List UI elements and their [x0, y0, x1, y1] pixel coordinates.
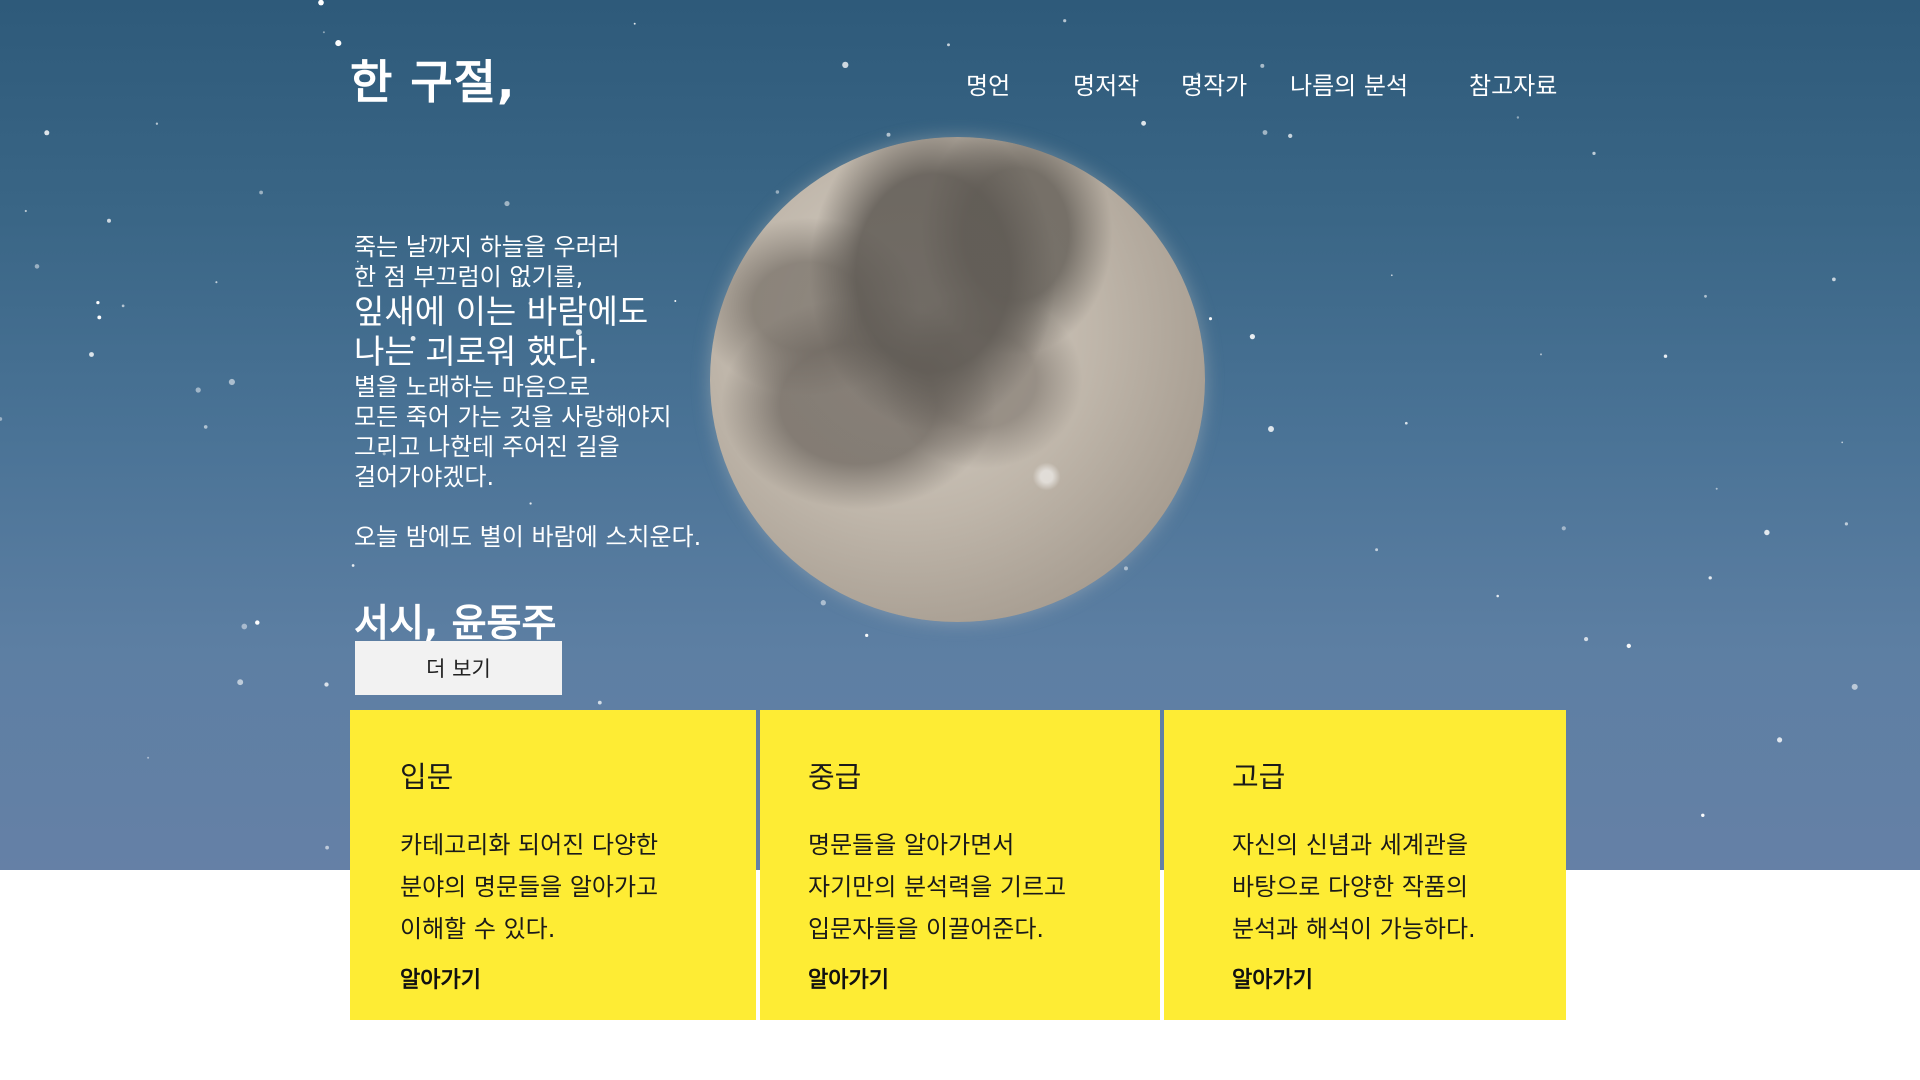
nav-item-masterpieces[interactable]: 명저작: [1073, 66, 1139, 101]
poem-spacer: [354, 492, 754, 522]
star: [1764, 529, 1770, 536]
star: [1844, 522, 1848, 526]
star: [24, 209, 27, 213]
star: [228, 378, 235, 386]
star: [1141, 120, 1147, 126]
more-button[interactable]: 더 보기: [355, 641, 562, 695]
star: [1626, 643, 1631, 649]
star: [775, 190, 780, 194]
star: [1708, 576, 1712, 580]
star: [259, 190, 263, 195]
star: [241, 623, 248, 630]
level-card-beginner: 입문 카테고리화 되어진 다양한 분야의 명문들을 알아가고 이해할 수 있다.…: [350, 710, 756, 1020]
card-description: 자신의 신념과 세계관을 바탕으로 다양한 작품의 분석과 해석이 가능하다.: [1232, 831, 1476, 943]
poem-line-emphasis: 나는 괴로워 했다.: [354, 332, 598, 371]
star: [324, 682, 329, 687]
featured-poem: 죽는 날까지 하늘을 우러러 한 점 부끄럼이 없기를, 잎새에 이는 바람에도…: [354, 232, 754, 647]
card-learn-link[interactable]: 알아가기: [808, 962, 1160, 994]
star: [96, 300, 100, 305]
card-description: 카테고리화 되어진 다양한 분야의 명문들을 알아가고 이해할 수 있다.: [400, 831, 659, 943]
star: [1063, 19, 1067, 23]
poem-line: 모든 죽어 가는 것을 사랑해야지: [354, 403, 672, 431]
poem-line: 오늘 밤에도 별이 바람에 스치운다.: [354, 523, 702, 551]
star: [318, 0, 324, 6]
star: [155, 122, 159, 125]
star: [842, 61, 849, 69]
star: [335, 40, 342, 47]
star: [1584, 637, 1589, 642]
star: [107, 218, 111, 223]
level-card-intermediate: 중급 명문들을 알아가면서 자기만의 분석력을 기르고 입문자들을 이끌어준다.…: [760, 710, 1160, 1020]
moon-image: [710, 137, 1205, 622]
star: [147, 756, 150, 759]
star: [633, 22, 636, 25]
star: [865, 633, 869, 638]
star: [1663, 354, 1668, 358]
star: [1249, 334, 1255, 340]
star: [1704, 294, 1707, 298]
poem-line: 한 점 부끄럼이 없기를,: [354, 263, 584, 291]
star: [597, 700, 602, 705]
star: [322, 31, 325, 34]
site-logo[interactable]: 한 구절,: [350, 46, 515, 112]
card-title: 중급: [808, 760, 862, 794]
star: [1288, 133, 1293, 139]
star: [1260, 63, 1265, 68]
star: [1832, 277, 1836, 282]
star: [504, 201, 510, 207]
star: [1715, 487, 1718, 490]
star: [1124, 566, 1128, 571]
star: [1851, 683, 1858, 690]
nav-item-quotes[interactable]: 명언: [966, 66, 1010, 101]
poem-line: 죽는 날까지 하늘을 우러러: [354, 233, 620, 261]
star: [255, 620, 260, 625]
card-learn-link[interactable]: 알아가기: [400, 962, 756, 994]
poem-line: 별을 노래하는 마음으로: [354, 373, 591, 401]
star: [820, 600, 826, 606]
poem-line: 걸어가야겠다.: [354, 463, 495, 491]
card-learn-link[interactable]: 알아가기: [1232, 962, 1566, 994]
poem-line-emphasis: 잎새에 이는 바람에도: [354, 292, 649, 331]
star: [947, 43, 950, 47]
star: [215, 281, 218, 284]
star: [1777, 737, 1783, 743]
star: [1592, 151, 1596, 156]
star: [1496, 594, 1499, 598]
nav-item-authors[interactable]: 명작가: [1181, 66, 1247, 101]
star: [1404, 421, 1408, 425]
star: [237, 679, 244, 686]
card-title: 입문: [400, 760, 454, 794]
star: [195, 387, 201, 393]
star: [1268, 426, 1274, 432]
star: [1539, 353, 1543, 356]
star: [1390, 274, 1393, 277]
star: [203, 425, 208, 429]
star: [121, 304, 125, 308]
star: [34, 264, 40, 269]
card-description: 명문들을 알아가면서 자기만의 분석력을 기르고 입문자들을 이끌어준다.: [808, 831, 1067, 943]
level-card-advanced: 고급 자신의 신념과 세계관을 바탕으로 다양한 작품의 분석과 해석이 가능하…: [1164, 710, 1566, 1020]
star: [1375, 548, 1379, 552]
star: [0, 417, 3, 421]
nav-item-references[interactable]: 참고자료: [1469, 66, 1557, 101]
star: [1208, 317, 1213, 321]
star: [89, 352, 94, 357]
nav-item-analysis[interactable]: 나름의 분석: [1290, 66, 1408, 101]
star: [44, 130, 50, 136]
poem-line: 그리고 나한테 주어진 길을: [354, 433, 620, 461]
star: [1701, 813, 1705, 818]
poem-author: 서시, 윤동주: [354, 601, 557, 645]
star: [886, 132, 891, 137]
star: [1262, 130, 1268, 135]
star: [1561, 526, 1566, 531]
star: [1841, 441, 1844, 444]
star: [97, 315, 102, 320]
star: [1516, 116, 1520, 119]
card-title: 고급: [1232, 760, 1286, 794]
star: [325, 845, 329, 850]
